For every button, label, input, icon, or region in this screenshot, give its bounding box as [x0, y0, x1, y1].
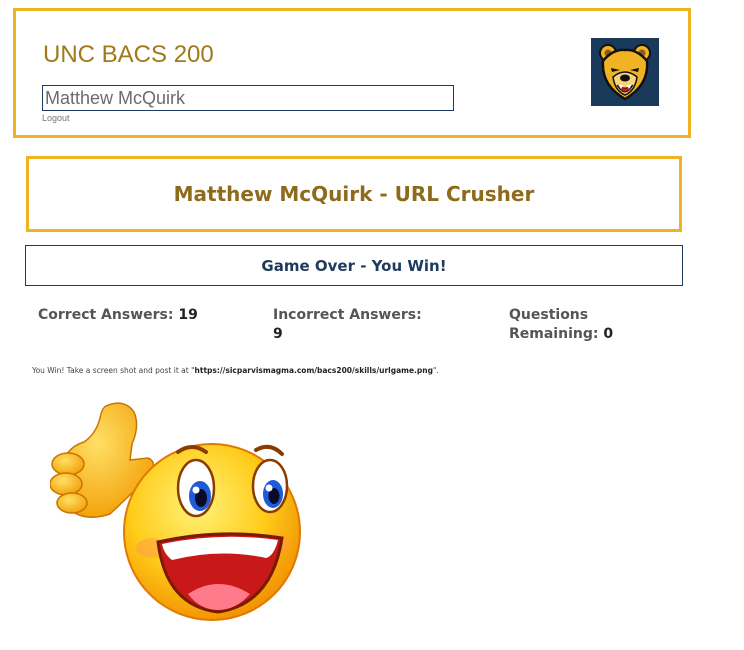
win-message-suffix: ".	[432, 366, 439, 375]
site-header: UNC BACS 200 Matthew McQuirk Logout	[13, 8, 691, 138]
screenshot-url: https://sicparvismagma.com/bacs200/skill…	[194, 366, 433, 375]
game-title: Matthew McQuirk - URL Crusher	[173, 182, 535, 206]
user-name-field: Matthew McQuirk	[42, 85, 454, 111]
game-status-box: Game Over - You Win!	[25, 245, 683, 286]
correct-answers-stat: Correct Answers: 19	[38, 306, 258, 325]
game-title-box: Matthew McQuirk - URL Crusher	[26, 156, 682, 232]
questions-remaining-value: 0	[603, 326, 614, 342]
bear-mascot-logo-icon	[591, 38, 659, 106]
win-message: You Win! Take a screen shot and post it …	[32, 366, 439, 375]
thumbs-up-smiley-emoji-icon	[49, 398, 312, 641]
questions-remaining-stat: Questions Remaining: 0	[509, 306, 659, 344]
incorrect-answers-value: 9	[273, 326, 283, 342]
incorrect-answers-label: Incorrect Answers:	[273, 307, 422, 323]
win-message-prefix: You Win! Take a screen shot and post it …	[32, 366, 195, 375]
incorrect-answers-stat: Incorrect Answers: 9	[273, 306, 473, 344]
questions-remaining-label: Questions Remaining:	[509, 307, 599, 342]
site-title: UNC BACS 200	[43, 41, 214, 68]
logout-link[interactable]: Logout	[42, 113, 70, 123]
correct-answers-value: 19	[178, 307, 198, 323]
game-status: Game Over - You Win!	[261, 256, 447, 275]
correct-answers-label: Correct Answers:	[38, 307, 174, 323]
